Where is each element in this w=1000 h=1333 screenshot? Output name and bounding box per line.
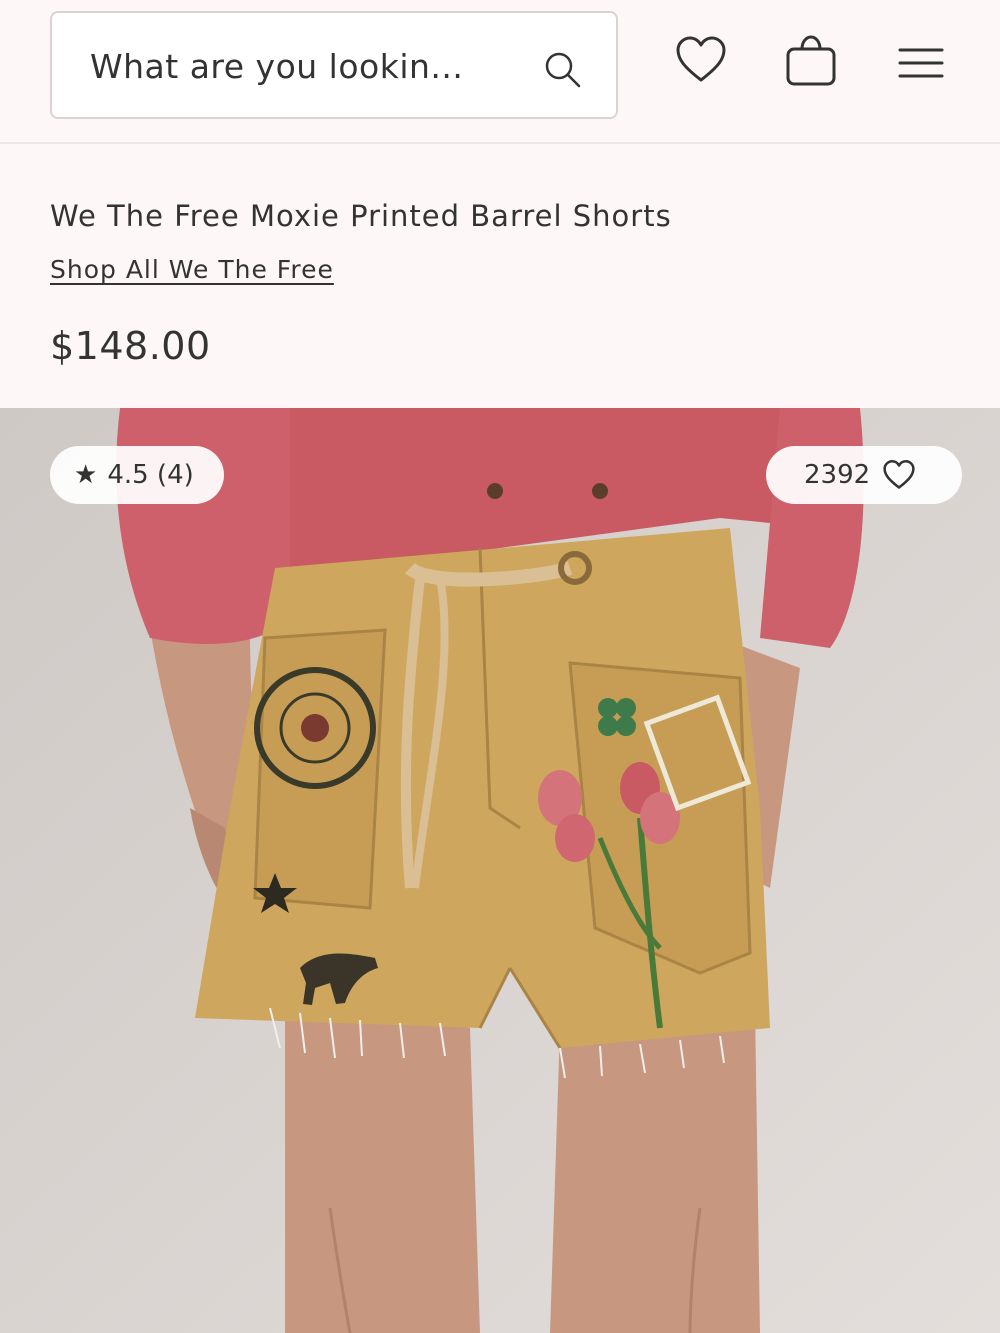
search-box[interactable]: What are you lookin... xyxy=(50,11,618,119)
search-input[interactable]: What are you lookin... xyxy=(90,47,463,86)
favorite-count: 2392 xyxy=(804,460,871,490)
product-image[interactable] xyxy=(0,408,1000,1333)
favorite-count-badge[interactable]: 2392 xyxy=(766,446,962,504)
bag-icon[interactable] xyxy=(784,34,838,88)
rating-text: 4.5 (4) xyxy=(107,460,194,490)
menu-icon[interactable] xyxy=(894,34,948,88)
search-icon[interactable] xyxy=(542,49,582,89)
product-info: We The Free Moxie Printed Barrel Shorts … xyxy=(0,144,1000,408)
top-bar: What are you lookin... xyxy=(0,0,1000,144)
rating-badge[interactable]: ★ 4.5 (4) xyxy=(50,446,224,504)
product-photo-illustration xyxy=(0,408,1000,1333)
product-title: We The Free Moxie Printed Barrel Shorts xyxy=(50,199,672,233)
product-price: $148.00 xyxy=(50,324,211,368)
star-icon: ★ xyxy=(74,460,98,490)
heart-icon[interactable] xyxy=(882,460,916,490)
shop-brand-link[interactable]: Shop All We The Free xyxy=(50,255,334,284)
heart-icon[interactable] xyxy=(674,34,728,88)
